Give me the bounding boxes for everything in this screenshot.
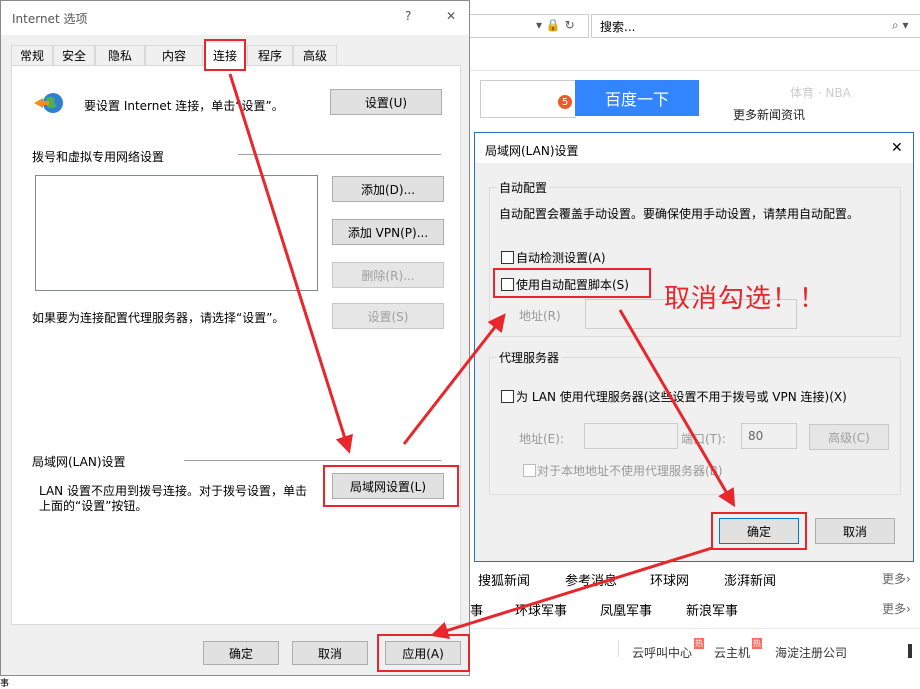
- arrow-ok-to-apply: [430, 546, 713, 640]
- annotation-arrows: [228, 73, 736, 640]
- arrow-checkbox-to-ok: [618, 309, 736, 508]
- arrow-lan-button-to-checkbox: [402, 313, 506, 445]
- arrow-tab-to-lan-button: [228, 73, 353, 454]
